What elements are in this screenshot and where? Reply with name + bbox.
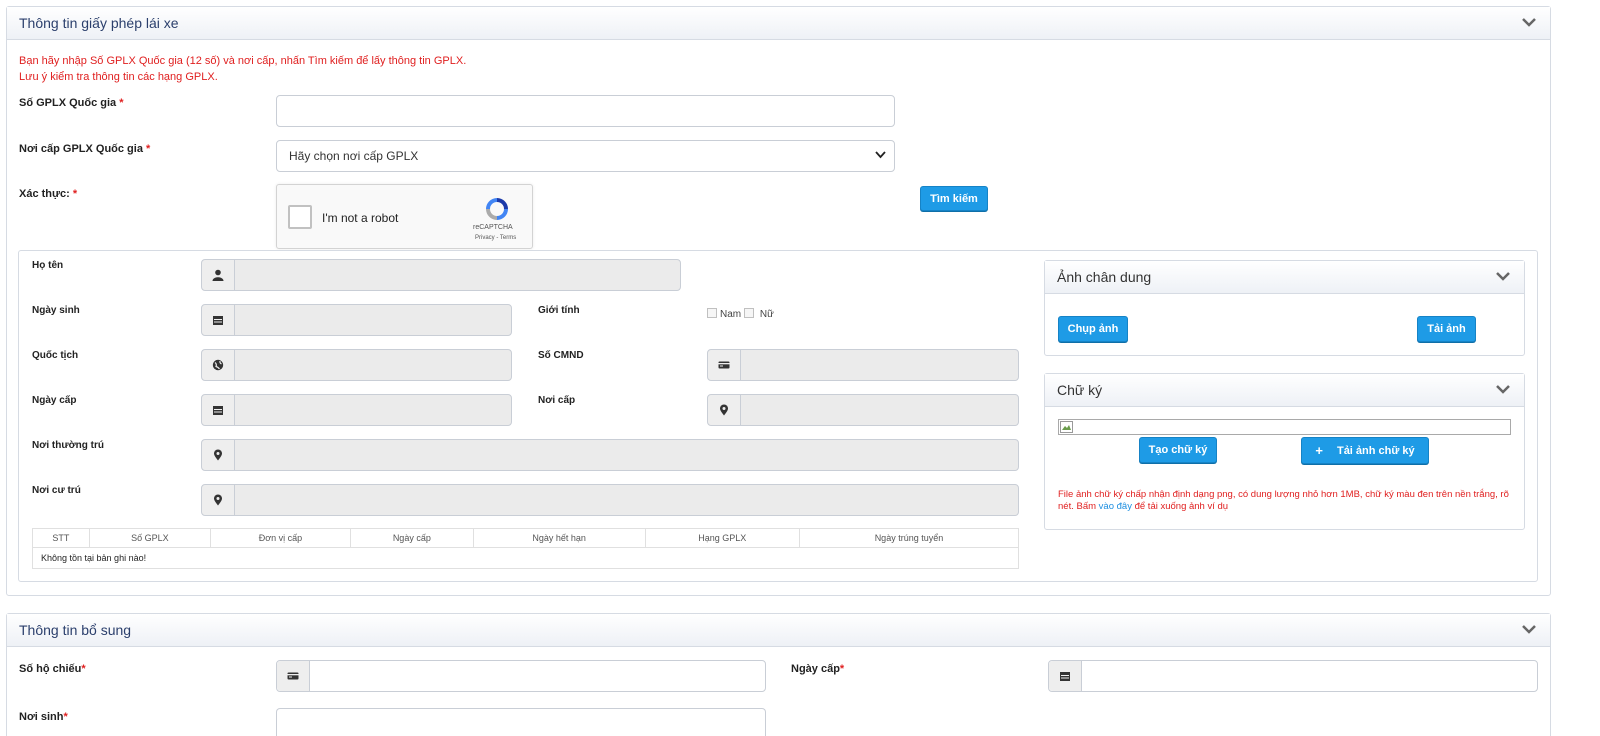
residence-field[interactable]: [201, 484, 1019, 516]
table-header-cell: Số GPLX: [88, 528, 212, 548]
map-marker-icon: [202, 440, 235, 470]
signature-image-placeholder: [1058, 419, 1511, 435]
table-header-cell: Đơn vị cấp: [210, 528, 351, 548]
passport-number-label: Số hộ chiếu*: [19, 663, 86, 675]
passport-date-label: Ngày cấp*: [791, 663, 845, 675]
passport-date-field[interactable]: [1048, 660, 1538, 692]
gender-female-label: Nữ: [759, 309, 774, 320]
upload-photo-button[interactable]: Tải ảnh: [1417, 316, 1476, 342]
calendar-icon: [202, 395, 235, 425]
birthplace-label: Nơi sinh*: [19, 711, 68, 723]
id-card-icon: [708, 350, 741, 380]
globe-icon: [202, 350, 235, 380]
recaptcha-checkbox[interactable]: [288, 205, 312, 229]
license-issuer-label: Nơi cấp GPLX Quốc gia *: [19, 143, 151, 155]
license-info-panel-title: Thông tin giấy phép lái xe: [19, 15, 179, 31]
permanent-address-field[interactable]: [201, 439, 1019, 471]
license-issuer-selected: Hãy chọn nơi cấp GPLX: [289, 149, 419, 163]
search-button[interactable]: Tìm kiếm: [920, 186, 988, 211]
broken-image-icon: [1060, 421, 1073, 433]
create-signature-button[interactable]: Tạo chữ ký: [1139, 437, 1217, 463]
id-number-field[interactable]: [707, 349, 1019, 381]
license-notice-line2: Lưu ý kiểm tra thông tin các hạng GPLX.: [19, 71, 218, 83]
recaptcha-terms-link[interactable]: Privacy - Terms: [475, 235, 516, 241]
id-number-label: Số CMND: [538, 350, 584, 361]
gender-label: Giới tính: [538, 305, 580, 316]
portrait-panel-title: Ảnh chân dung: [1057, 269, 1152, 285]
map-marker-icon: [708, 395, 741, 425]
id-card-icon: [277, 661, 310, 691]
recaptcha-brand: reCAPTCHA: [473, 224, 513, 231]
extra-info-panel-title: Thông tin bổ sung: [19, 622, 132, 638]
signature-panel-title: Chữ ký: [1057, 382, 1103, 398]
license-number-input[interactable]: [276, 95, 895, 127]
table-row: Không tồn tại bản ghi nào!: [32, 547, 1019, 569]
issue-date-label: Ngày cấp: [32, 395, 77, 406]
calendar-icon: [1049, 661, 1082, 691]
recaptcha-label: I'm not a robot: [322, 211, 399, 225]
dob-label: Ngày sinh: [32, 305, 80, 316]
gender-female-checkbox[interactable]: [743, 308, 754, 318]
issue-place-field[interactable]: [707, 394, 1019, 426]
signature-panel-header[interactable]: Chữ ký: [1045, 374, 1524, 407]
user-icon: [202, 260, 235, 290]
nationality-field[interactable]: [201, 349, 512, 381]
chevron-down-icon[interactable]: [1522, 17, 1536, 27]
sample-download-link[interactable]: vào đây: [1099, 501, 1132, 512]
license-notice-line1: Bạn hãy nhập Số GPLX Quốc gia (12 số) và…: [19, 55, 467, 67]
table-header-cell: Ngày trúng tuyển: [798, 528, 1020, 548]
capture-photo-button[interactable]: Chụp ảnh: [1058, 316, 1128, 342]
license-info-panel-header[interactable]: Thông tin giấy phép lái xe: [7, 7, 1550, 40]
verify-label: Xác thực: *: [19, 188, 78, 200]
table-header-row: STT Số GPLX Đơn vị cấp Ngày cấp Ngày hết…: [32, 528, 1020, 548]
chevron-down-icon: [875, 151, 886, 159]
issue-place-label: Nơi cấp: [538, 395, 576, 406]
gender-options: Nam Nữ: [707, 308, 774, 320]
chevron-down-icon[interactable]: [1522, 624, 1536, 634]
birthplace-field[interactable]: [276, 708, 766, 736]
upload-signature-button[interactable]: + Tải ảnh chữ ký: [1301, 437, 1429, 464]
dob-field[interactable]: [201, 304, 512, 336]
full-name-field[interactable]: [201, 259, 681, 291]
permanent-address-label: Nơi thường trú: [32, 440, 105, 451]
table-empty-message: Không tồn tại bản ghi nào!: [32, 547, 1019, 569]
full-name-label: Họ tên: [32, 260, 64, 271]
license-class-table: STT Số GPLX Đơn vị cấp Ngày cấp Ngày hết…: [32, 528, 1020, 569]
portrait-panel-header[interactable]: Ảnh chân dung: [1045, 261, 1524, 294]
upload-signature-label: Tải ảnh chữ ký: [1336, 444, 1415, 457]
gender-male-label: Nam: [720, 309, 742, 320]
table-header-cell: Ngày hết hạn: [472, 528, 646, 548]
calendar-icon: [202, 305, 235, 335]
chevron-down-icon[interactable]: [1496, 271, 1510, 281]
table-header-cell: Hạng GPLX: [644, 528, 800, 548]
signature-note: File ảnh chữ ký chấp nhận định dạng png,…: [1058, 489, 1509, 512]
extra-info-panel-header[interactable]: Thông tin bổ sung: [7, 614, 1550, 647]
license-issuer-select[interactable]: Hãy chọn nơi cấp GPLX: [276, 140, 895, 172]
table-header-cell: STT: [32, 528, 90, 548]
gender-male-checkbox[interactable]: [707, 308, 717, 318]
residence-label: Nơi cư trú: [32, 485, 81, 496]
map-marker-icon: [202, 485, 235, 515]
recaptcha-logo-icon: [486, 198, 508, 220]
issue-date-field[interactable]: [201, 394, 512, 426]
recaptcha-widget: I'm not a robot reCAPTCHA Privacy - Term…: [276, 184, 533, 249]
license-number-label: Số GPLX Quốc gia *: [19, 97, 124, 109]
chevron-down-icon[interactable]: [1496, 384, 1510, 394]
passport-number-field[interactable]: [276, 660, 766, 692]
table-header-cell: Ngày cấp: [349, 528, 474, 548]
nationality-label: Quốc tịch: [32, 350, 79, 361]
plus-icon: +: [1315, 443, 1323, 458]
